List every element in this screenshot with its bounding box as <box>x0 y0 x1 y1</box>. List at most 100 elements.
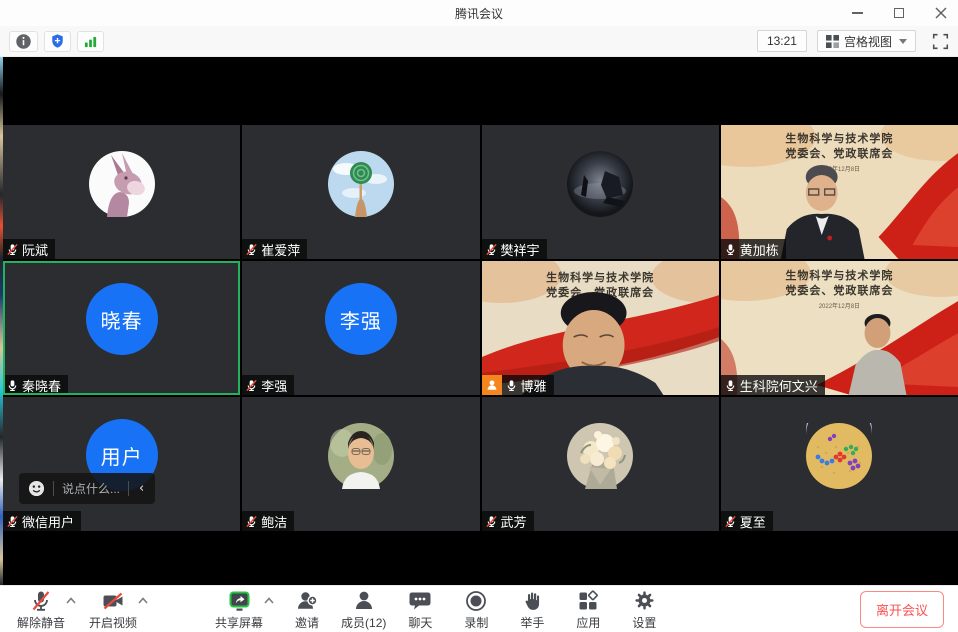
participant-tile[interactable]: 鲍洁 <box>242 397 479 531</box>
mic-options-chevron[interactable] <box>66 597 76 604</box>
record-icon <box>464 589 488 613</box>
info-icon <box>15 33 32 50</box>
video-stage: 阮斌 崔爱萍 <box>0 57 958 585</box>
participant-tile[interactable]: 用户 说点什么... ‹ 微信用户 <box>3 397 240 531</box>
mic-on-icon <box>724 379 737 392</box>
name-row: 黄加栋 <box>721 239 786 259</box>
chat-button[interactable]: 聊天 <box>395 588 445 631</box>
close-button[interactable] <box>934 6 948 20</box>
meeting-time[interactable]: 13:21 <box>757 30 807 52</box>
record-label: 录制 <box>464 614 488 631</box>
start-video-label: 开启视频 <box>89 614 137 631</box>
members-icon <box>352 589 376 613</box>
security-button[interactable] <box>44 31 71 52</box>
view-mode-label: 宫格视图 <box>844 33 892 50</box>
name-row: 博雅 <box>482 375 554 395</box>
members-label: 成员(12) <box>341 614 386 631</box>
share-screen-button[interactable]: 共享屏幕 <box>212 588 266 631</box>
view-mode-button[interactable]: 宫格视图 <box>817 30 916 52</box>
mic-muted-icon <box>724 515 737 528</box>
mic-on-icon <box>724 243 737 256</box>
close-icon <box>935 7 947 19</box>
desktop-edge-strip <box>0 57 3 585</box>
collapse-chat-icon[interactable]: ‹ <box>137 481 146 496</box>
maximize-icon <box>894 8 904 18</box>
name-row: 李强 <box>242 375 294 395</box>
shield-icon <box>50 33 65 49</box>
participant-name: 生科院何文兴 <box>740 376 818 395</box>
network-status-button[interactable] <box>77 31 104 52</box>
topbar-right: 13:21 宫格视图 <box>757 30 949 52</box>
settings-label: 设置 <box>632 614 656 631</box>
apps-label: 应用 <box>576 614 600 631</box>
raise-hand-icon <box>521 589 543 613</box>
avatar <box>89 151 155 217</box>
raise-hand-label: 举手 <box>520 614 544 631</box>
participant-name: 夏至 <box>740 512 766 531</box>
quick-chat-bar: 说点什么... ‹ <box>19 473 155 504</box>
apps-icon <box>576 589 600 613</box>
top-toolbar: 13:21 宫格视图 <box>0 26 958 57</box>
avatar: 李强 <box>325 283 397 355</box>
record-button[interactable]: 录制 <box>451 588 501 631</box>
meeting-info-button[interactable] <box>9 31 38 52</box>
raise-hand-button[interactable]: 举手 <box>507 588 557 631</box>
participant-name: 秦晓春 <box>22 376 61 395</box>
avatar <box>567 423 633 489</box>
bottom-toolbar: 解除静音 开启视频 共享屏幕 <box>0 585 958 632</box>
maximize-button[interactable] <box>892 6 906 20</box>
avatar <box>328 151 394 217</box>
invite-button[interactable]: 邀请 <box>282 588 332 631</box>
chevron-down-icon <box>899 39 907 44</box>
participant-name: 微信用户 <box>22 512 74 531</box>
participant-tile[interactable]: 生物科学与技术学院 党委会、党政联席会 2022年12月8日 黄加栋 <box>721 125 958 259</box>
share-screen-icon <box>227 589 252 613</box>
participant-name: 阮斌 <box>22 240 48 259</box>
members-button[interactable]: 成员(12) <box>338 588 389 631</box>
divider <box>53 481 54 496</box>
name-row: 鲍洁 <box>242 511 294 531</box>
share-screen-label: 共享屏幕 <box>215 614 263 631</box>
settings-button[interactable]: 设置 <box>619 588 669 631</box>
name-row: 夏至 <box>721 511 773 531</box>
grid-view-icon <box>826 35 839 48</box>
host-badge <box>482 375 502 395</box>
participant-tile[interactable]: 生物科学与技术学院 党委会、党政联席会 2022年12月8日 生科院何文兴 <box>721 261 958 395</box>
unmute-label: 解除静音 <box>17 614 65 631</box>
emoji-icon[interactable] <box>28 480 45 497</box>
avatar: 晓春 <box>86 283 158 355</box>
participant-name: 博雅 <box>521 376 547 395</box>
participant-tile-active-speaker[interactable]: 晓春 秦晓春 <box>3 261 240 395</box>
participant-tile[interactable]: 李强 李强 <box>242 261 479 395</box>
mic-muted-icon <box>245 379 258 392</box>
unmute-button[interactable]: 解除静音 <box>14 588 68 631</box>
fullscreen-button[interactable] <box>932 33 949 50</box>
participant-tile[interactable]: 夏至 <box>721 397 958 531</box>
leave-meeting-button[interactable]: 离开会议 <box>860 591 944 628</box>
avatar <box>567 151 633 217</box>
participant-tile[interactable]: 阮斌 <box>3 125 240 259</box>
mic-muted-icon <box>6 243 19 256</box>
participant-name: 鲍洁 <box>261 512 287 531</box>
participant-tile[interactable]: 生物科学与技术学院 党委会、党政联席会 博雅 <box>482 261 719 395</box>
video-options-chevron[interactable] <box>138 597 148 604</box>
start-video-button[interactable]: 开启视频 <box>86 588 140 631</box>
participant-tile[interactable]: 崔爱萍 <box>242 125 479 259</box>
mic-on-icon <box>505 379 518 392</box>
mic-muted-icon <box>485 243 498 256</box>
name-row: 武芳 <box>482 511 534 531</box>
avatar <box>806 423 872 489</box>
minimize-icon <box>852 12 863 14</box>
chat-icon <box>408 589 432 613</box>
camera-off-icon <box>101 589 125 613</box>
apps-button[interactable]: 应用 <box>563 588 613 631</box>
minimize-button[interactable] <box>850 6 864 20</box>
quick-chat-input[interactable]: 说点什么... <box>62 480 120 497</box>
signal-bars-icon <box>83 34 98 49</box>
share-options-chevron[interactable] <box>264 597 274 604</box>
name-row: 崔爱萍 <box>242 239 307 259</box>
participant-name: 武芳 <box>501 512 527 531</box>
participant-tile[interactable]: 武芳 <box>482 397 719 531</box>
name-row: 阮斌 <box>3 239 55 259</box>
participant-tile[interactable]: 樊祥宇 <box>482 125 719 259</box>
